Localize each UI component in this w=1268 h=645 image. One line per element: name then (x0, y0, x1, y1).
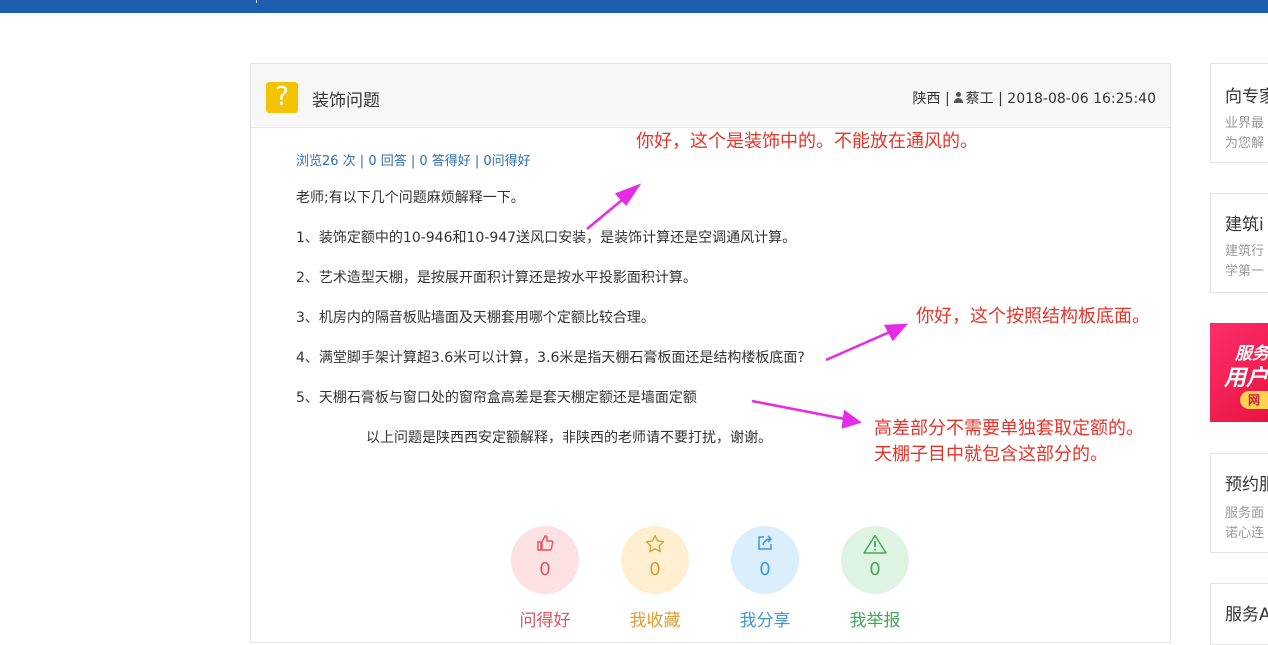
arrow-3 (751, 399, 846, 421)
arrow-2 (825, 329, 893, 362)
sidebar-card-desc: 为您解 (1225, 136, 1265, 151)
sidebar-promo-banner[interactable]: 服务 用户 网 (1210, 323, 1268, 422)
annotation-arrows (586, 183, 908, 429)
sidebar-card-experts[interactable]: 向专家 业界最 为您解 (1210, 63, 1268, 163)
sidebar-card-service[interactable]: 服务A (1210, 583, 1268, 645)
sidebar-card-desc: 建筑行 (1225, 244, 1265, 259)
sidebar-card-desc: 业界最 (1225, 116, 1265, 131)
arrow-3-head (841, 409, 862, 429)
sidebar-card-booking[interactable]: 预约服 服务面 诺心连 (1210, 453, 1268, 553)
sidebar-card-title: 服务A (1225, 605, 1268, 625)
banner-badge: 网 (1240, 391, 1268, 409)
sidebar-card-title: 向专家 (1225, 87, 1268, 107)
arrow-2-head (883, 323, 908, 342)
banner-text: 用户 (1224, 366, 1268, 391)
sidebar-card-title: 建筑i (1225, 215, 1264, 235)
sidebar-card-desc: 服务面 (1225, 506, 1265, 521)
sidebar-card-title: 预约服 (1225, 475, 1268, 495)
sidebar-card-building[interactable]: 建筑i 建筑行 学第一 (1210, 193, 1268, 293)
sidebar-card-desc: 学第一 (1225, 264, 1265, 279)
sidebar-card-desc: 诺心连 (1225, 526, 1265, 541)
